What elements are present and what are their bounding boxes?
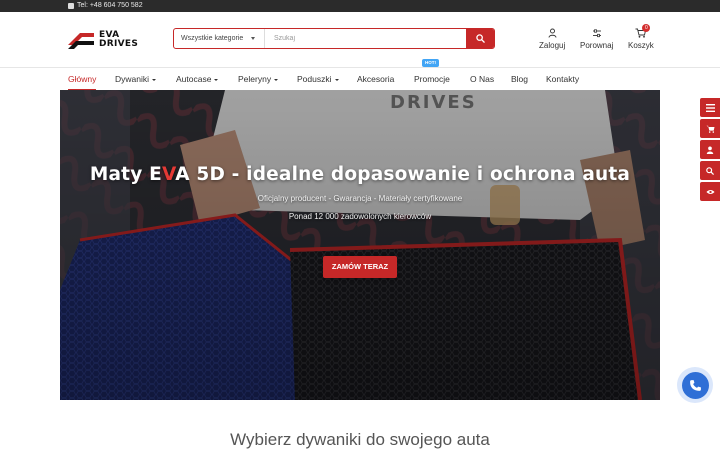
compare-button[interactable]: Porownaj bbox=[580, 27, 613, 50]
menu-icon bbox=[705, 103, 715, 112]
side-recently-viewed-button[interactable] bbox=[700, 182, 720, 201]
cart-button[interactable]: 0 Koszyk bbox=[628, 24, 654, 50]
chevron-down-icon bbox=[334, 78, 339, 81]
nav-item-autocase[interactable]: Autocase bbox=[176, 68, 219, 91]
topbar-phone-text: Tel: +48 604 750 582 bbox=[77, 2, 143, 9]
search-input[interactable] bbox=[265, 29, 466, 48]
nav-item-dywaniki[interactable]: Dywaniki bbox=[115, 68, 157, 91]
search-icon bbox=[706, 166, 714, 175]
nav-item-label: Kontakty bbox=[546, 74, 580, 84]
nav-item-label: Blog bbox=[511, 74, 529, 84]
category-select-value: Wszystkie kategorie bbox=[181, 35, 244, 42]
category-select[interactable]: Wszystkie kategorie bbox=[174, 29, 265, 48]
call-button-inner bbox=[681, 371, 709, 399]
logo-text: EVA DRIVES bbox=[99, 31, 138, 49]
login-label: Zaloguj bbox=[539, 41, 566, 50]
user-icon bbox=[548, 27, 557, 39]
nav-item-poduszki[interactable]: Poduszki bbox=[297, 68, 339, 91]
hot-badge: HOT! bbox=[422, 59, 439, 67]
hero-title: Maty EVA 5D - idealne dopasowanie i ochr… bbox=[60, 164, 660, 185]
nav-item-peleryny[interactable]: Peleryny bbox=[238, 68, 279, 91]
nav-item-o-nas[interactable]: O Nas bbox=[470, 68, 494, 91]
chevron-down-icon bbox=[214, 78, 219, 81]
nav-item-label: Autocase bbox=[176, 74, 212, 84]
phone-icon bbox=[689, 379, 701, 391]
side-search-button[interactable] bbox=[700, 161, 720, 180]
nav-item-label: Akcesoria bbox=[357, 74, 395, 84]
side-account-button[interactable] bbox=[700, 140, 720, 159]
nav-item-label: Dywaniki bbox=[115, 74, 150, 84]
hero-banner: DRIVES Maty EVA 5D - idealne dopasowanie… bbox=[60, 90, 660, 400]
cart-icon: 0 bbox=[635, 24, 651, 39]
top-bar: Tel: +48 604 750 582 bbox=[0, 0, 720, 12]
nav-item-label: Promocje bbox=[414, 74, 450, 84]
section-heading: Wybierz dywaniki do swojego auta bbox=[230, 430, 490, 449]
nav-item-blog[interactable]: Blog bbox=[511, 68, 528, 91]
logo-mark-icon bbox=[68, 33, 94, 49]
main-nav: Główny Dywaniki Autocase Peleryny Podusz… bbox=[0, 59, 720, 91]
topbar-phone[interactable]: Tel: +48 604 750 582 bbox=[68, 0, 143, 12]
call-button[interactable] bbox=[677, 367, 713, 403]
sliders-icon bbox=[592, 27, 602, 39]
shirt-print-text: DRIVES bbox=[390, 92, 477, 113]
nav-item-label: Peleryny bbox=[238, 74, 272, 84]
cart-count-badge: 0 bbox=[642, 24, 651, 32]
user-icon bbox=[706, 146, 714, 154]
hero-subtitle-2: Ponad 12 000 zadowolonych kierowców bbox=[288, 212, 432, 221]
search-bar: Wszystkie kategorie bbox=[173, 28, 495, 49]
hero-background-image: DRIVES bbox=[60, 90, 660, 400]
cart-icon bbox=[706, 125, 714, 133]
eye-icon bbox=[705, 189, 715, 194]
hero-subtitle-1: Oficjalny producent - Gwarancja - Materi… bbox=[257, 194, 463, 203]
nav-item-home[interactable]: Główny bbox=[68, 68, 97, 91]
chevron-down-icon bbox=[152, 78, 157, 81]
search-icon bbox=[475, 34, 485, 43]
cart-label: Koszyk bbox=[628, 41, 654, 50]
nav-item-label: Główny bbox=[68, 74, 97, 84]
login-button[interactable]: Zaloguj bbox=[539, 27, 565, 50]
order-now-button[interactable]: ZAMÓW TERAZ bbox=[323, 256, 397, 278]
search-button[interactable] bbox=[466, 29, 494, 48]
hero-title-accent: V bbox=[161, 164, 176, 185]
chevron-down-icon bbox=[274, 78, 279, 81]
site-header: EVA DRIVES Wszystkie kategorie Zaloguj P… bbox=[0, 12, 720, 67]
hero-title-part-1: Maty E bbox=[89, 164, 162, 185]
site-logo[interactable]: EVA DRIVES bbox=[68, 31, 138, 49]
phone-icon bbox=[68, 3, 74, 9]
nav-item-akcesoria[interactable]: Akcesoria bbox=[357, 68, 394, 91]
logo-line-2: DRIVES bbox=[99, 39, 139, 49]
side-cart-button[interactable] bbox=[700, 119, 720, 138]
nav-item-kontakty[interactable]: Kontakty bbox=[546, 68, 579, 91]
side-rail bbox=[700, 98, 720, 203]
hero-title-part-2: A 5D - idealne dopasowanie i ochrona aut… bbox=[175, 164, 631, 185]
nav-item-label: O Nas bbox=[470, 74, 495, 84]
side-menu-button[interactable] bbox=[700, 98, 720, 117]
nav-item-label: Poduszki bbox=[297, 74, 332, 84]
compare-label: Porownaj bbox=[580, 41, 614, 50]
chevron-down-icon bbox=[251, 37, 256, 40]
nav-item-promocje[interactable]: HOT! Promocje bbox=[414, 59, 450, 91]
